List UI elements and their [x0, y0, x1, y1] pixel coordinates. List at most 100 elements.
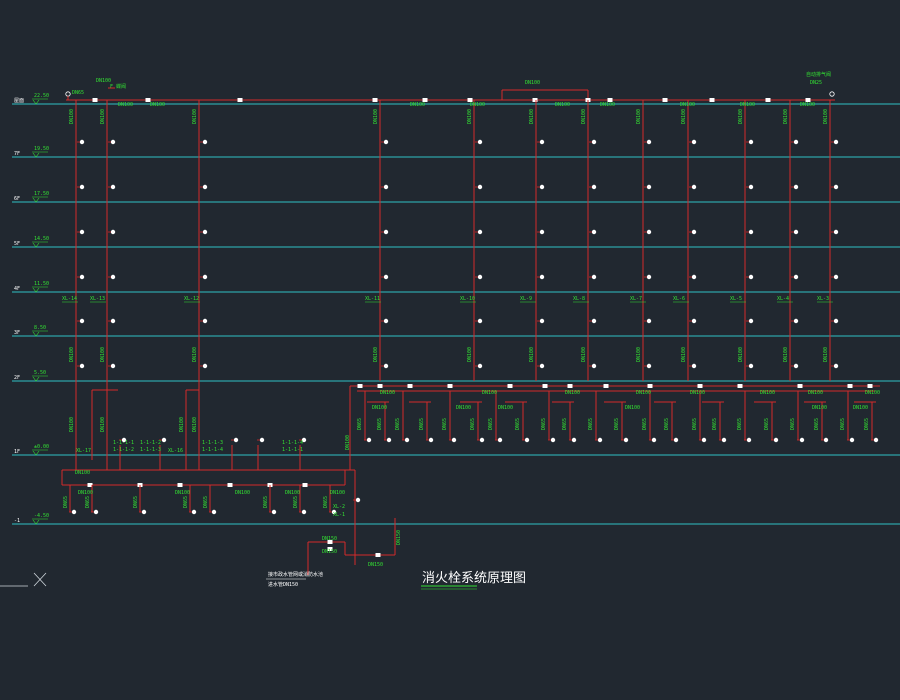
hydrant-icon	[79, 363, 85, 369]
floor-name: 2F	[14, 375, 20, 381]
hydrant-icon	[233, 437, 239, 443]
floor-name: 1F	[14, 449, 20, 455]
hydrant-icon	[793, 139, 799, 145]
lower-valve-icon	[867, 384, 873, 388]
fire-hydrant-system-diagram: 屋面 22.50 7F 19.50 6F 17.50 5F 14.50 4F 11.50 3F 8.5…	[0, 71, 900, 590]
hydrant-icon	[746, 229, 754, 235]
hydrant-icon	[77, 274, 85, 280]
riser-label: DN100	[467, 109, 473, 124]
riser-tag: XL-4	[777, 296, 789, 302]
hydrant-icon	[475, 274, 483, 280]
hydrant-icon	[497, 437, 503, 443]
branch-label: DN65	[764, 418, 770, 430]
hydrant-icon	[477, 274, 483, 280]
riser-label: DN100	[738, 109, 744, 124]
hydrant-icon	[202, 318, 208, 324]
branch-label: DN65	[562, 418, 568, 430]
top-main-label: DN100	[740, 102, 755, 108]
hydrant-icon	[833, 318, 839, 324]
branch-label: DN65	[419, 418, 425, 430]
hydrant-icon	[644, 184, 652, 190]
floor-elevation: 19.50	[34, 146, 49, 152]
lower-valve-icon	[507, 384, 513, 388]
hydrant-icon	[539, 274, 545, 280]
top-main-label: DN100	[600, 102, 615, 108]
hydrant-icon	[691, 274, 697, 280]
hydrant-icon	[231, 437, 239, 443]
riser-label: DN100	[192, 347, 198, 362]
hydrant-icon	[191, 509, 197, 515]
hydrant-icon	[689, 274, 697, 280]
hydrant-icon	[77, 363, 85, 369]
ground-main-label: DN100	[78, 490, 93, 496]
hydrant-icon	[833, 274, 839, 280]
lower-main-label: DN100	[380, 390, 395, 396]
hydrant-icon	[383, 363, 389, 369]
inlet-label: DN150	[322, 549, 337, 555]
hydrant-icon	[589, 274, 597, 280]
lower-valve-icon	[847, 384, 853, 388]
hydrant-icon	[537, 184, 545, 190]
hydrant-icon	[746, 139, 754, 145]
ground-main-label: DN100	[330, 490, 345, 496]
elevation-marker-icon	[32, 242, 40, 248]
hydrant-icon	[271, 509, 277, 515]
floor-elevation: 5.50	[34, 370, 46, 376]
riser-label: DN100	[100, 417, 106, 432]
hydrant-icon	[793, 229, 799, 235]
hydrant-icon	[644, 363, 652, 369]
ground-tag: 1-1-1-1	[113, 440, 134, 446]
branch-label: DN65	[357, 418, 363, 430]
lower-valve-icon	[377, 384, 383, 388]
hydrant-icon	[644, 139, 652, 145]
top-valve-icon	[709, 98, 715, 102]
top-left-valve-label: DN100	[96, 78, 111, 84]
ground-tag: 1-1-1-1	[282, 447, 303, 453]
top-valve-icon	[662, 98, 668, 102]
hydrant-icon	[644, 318, 652, 324]
hydrant-icon	[691, 318, 697, 324]
hydrant-icon	[537, 274, 545, 280]
hydrant-icon	[791, 318, 799, 324]
hydrant-icon	[451, 437, 457, 443]
branch-label: DN65	[840, 418, 846, 430]
hydrant-icon	[589, 229, 597, 235]
lower-valve-icon	[737, 384, 743, 388]
floor-elevation: 17.50	[34, 191, 49, 197]
ground-tag: 1-1-1-2	[113, 447, 134, 453]
hydrant-icon	[539, 318, 545, 324]
elevation-marker-icon	[32, 519, 40, 525]
hydrant-icon	[79, 184, 85, 190]
hydrant-icon	[721, 437, 727, 443]
lower-main-label: DN100	[565, 390, 580, 396]
riser-label: DN100	[636, 109, 642, 124]
hydrant-icon	[108, 318, 116, 324]
elevation-marker-icon	[32, 99, 40, 105]
hydrant-icon	[646, 229, 652, 235]
hydrant-icon	[383, 318, 389, 324]
hydrant-icon	[646, 274, 652, 280]
riser-label: DN100	[823, 109, 829, 124]
riser-label: DN100	[681, 109, 687, 124]
elevation-marker-icon	[32, 152, 40, 158]
lower-main-label: DN100	[808, 390, 823, 396]
ground-valve-icon	[302, 483, 308, 487]
hydrant-icon	[539, 184, 545, 190]
floor-elevation: ±0.00	[34, 444, 49, 450]
hydrant-icon	[591, 318, 597, 324]
hydrant-icon	[793, 318, 799, 324]
top-main-label: DN100	[150, 102, 165, 108]
top-valve-icon	[765, 98, 771, 102]
hydrant-icon	[108, 139, 116, 145]
riser-label: DN100	[373, 347, 379, 362]
pipe-labels: DN100 DN100 DN100 DN100 DN100 DN100 DN100 DN100…	[62, 102, 880, 568]
hydrant-icon	[651, 437, 657, 443]
hydrant-icon	[646, 318, 652, 324]
hydrant-icon	[591, 274, 597, 280]
ground-riser-tag: XL-17	[76, 448, 91, 454]
hydrant-icon	[644, 229, 652, 235]
drawing-title: 消火栓系统原理图	[422, 571, 526, 586]
sub-branch-label: DN65	[323, 496, 329, 508]
riser-label: DN100	[783, 347, 789, 362]
floor-elevation: -4.50	[34, 513, 49, 519]
